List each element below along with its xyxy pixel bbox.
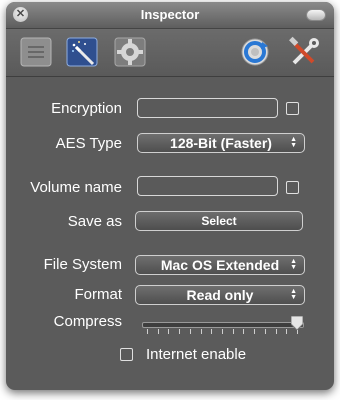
encryption-checkbox[interactable] xyxy=(286,102,299,115)
gear-icon[interactable] xyxy=(113,36,147,68)
slider-tick xyxy=(286,329,288,334)
internet-enable-checkbox[interactable] xyxy=(120,348,133,361)
tools-icon[interactable] xyxy=(287,36,321,68)
file-system-value: Mac OS Extended xyxy=(160,257,280,273)
slider-tick xyxy=(254,329,256,334)
slider-tick xyxy=(168,329,170,334)
refresh-icon[interactable] xyxy=(238,36,272,68)
internet-enable-label: Internet enable xyxy=(146,346,247,363)
file-system-label: File System xyxy=(43,256,122,273)
encryption-field[interactable] xyxy=(137,98,278,118)
popup-arrows-icon: ▲ ▼ xyxy=(290,258,297,271)
slider-tick xyxy=(211,329,213,334)
save-as-label: Save as xyxy=(67,213,122,230)
window-title: Inspector xyxy=(140,7,200,22)
slider-tick xyxy=(157,329,159,334)
encryption-label: Encryption xyxy=(51,100,122,117)
slider-tick xyxy=(200,329,202,334)
title-bar[interactable]: ✕ Inspector xyxy=(6,2,334,29)
slider-tick xyxy=(189,329,191,334)
slider-tick xyxy=(275,329,277,334)
compress-slider[interactable] xyxy=(142,322,304,328)
format-value: Read only xyxy=(186,287,254,303)
compress-ticks xyxy=(147,329,298,335)
select-button[interactable]: Select xyxy=(135,211,303,231)
volume-name-field[interactable] xyxy=(137,176,278,196)
volume-name-checkbox[interactable] xyxy=(286,181,299,194)
volume-name-label: Volume name xyxy=(30,179,122,196)
toolbar xyxy=(6,29,334,77)
toolbar-toggle-button[interactable] xyxy=(306,9,326,21)
aes-type-label: AES Type xyxy=(55,135,122,152)
slider-tick xyxy=(147,329,148,334)
slider-tick xyxy=(232,329,234,334)
slider-tick xyxy=(264,329,266,334)
file-system-popup[interactable]: Mac OS Extended ▲ ▼ xyxy=(135,255,305,275)
popup-arrows-icon: ▲ ▼ xyxy=(290,288,297,301)
format-popup[interactable]: Read only ▲ ▼ xyxy=(135,285,305,305)
aes-type-value: 128-Bit (Faster) xyxy=(170,135,272,151)
popup-arrows-icon: ▲ ▼ xyxy=(290,136,297,149)
list-icon[interactable] xyxy=(19,36,53,68)
format-label: Format xyxy=(74,286,122,303)
inspector-window: ✕ Inspector Encryption AES Type 128-Bit … xyxy=(6,2,334,390)
slider-tick xyxy=(179,329,181,334)
compress-label: Compress xyxy=(53,313,122,330)
slider-tick xyxy=(243,329,245,334)
slider-tick xyxy=(222,329,223,334)
compress-slider-thumb[interactable] xyxy=(290,315,304,331)
magic-wand-icon[interactable] xyxy=(65,36,99,68)
aes-type-popup[interactable]: 128-Bit (Faster) ▲ ▼ xyxy=(137,133,305,153)
